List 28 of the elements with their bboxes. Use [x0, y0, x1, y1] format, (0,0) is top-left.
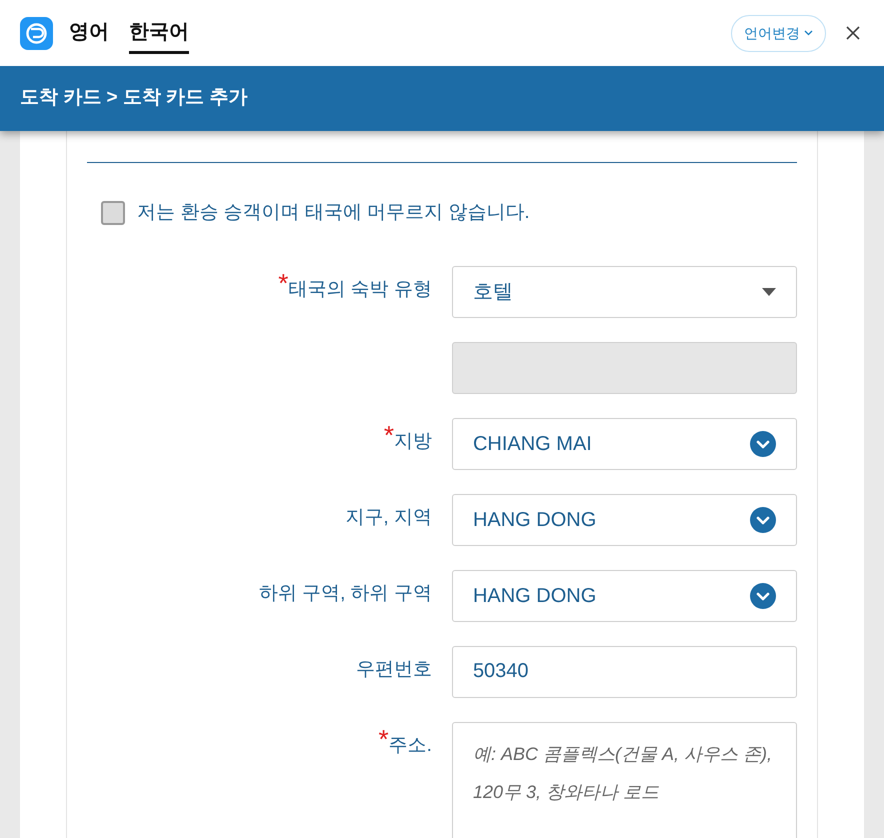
- transit-checkbox-label: 저는 환승 승객이며 태국에 머무르지 않습니다.: [137, 201, 530, 225]
- field-label: 지방: [394, 430, 432, 454]
- transit-checkbox[interactable]: [101, 201, 125, 226]
- caret-icon: [762, 288, 776, 296]
- field-label: 하위 구역, 하위 구역: [258, 582, 432, 606]
- language-change-button[interactable]: 언어변경: [731, 14, 826, 52]
- required-asterisk: *: [384, 422, 394, 448]
- required-asterisk: *: [378, 726, 389, 752]
- address-field[interactable]: 예: ABC 콤플렉스(건물 A, 사우스 존), 120무 3, 창와타나 로드: [452, 722, 797, 838]
- close-icon: [846, 26, 860, 40]
- breadcrumb: 도착 카드 > 도착 카드 추가: [20, 86, 248, 110]
- language-tab[interactable]: 한국어: [129, 12, 189, 54]
- field-label: 우편번호: [356, 658, 432, 682]
- chevron-down-icon: [750, 430, 776, 456]
- postal-code-field[interactable]: 50340: [452, 646, 797, 698]
- app-logo-icon: [20, 16, 53, 50]
- dropdown-field[interactable]: HANG DONG: [452, 570, 797, 622]
- chevron-down-icon: [804, 30, 813, 36]
- chevron-down-icon: [750, 582, 776, 608]
- chevron-down-icon: [750, 506, 776, 532]
- dropdown-field[interactable]: HANG DONG: [452, 494, 797, 546]
- select-field[interactable]: 호텔: [452, 266, 797, 318]
- dropdown-field[interactable]: CHIANG MAI: [452, 418, 797, 470]
- field-label: 주소.: [388, 734, 432, 758]
- language-tab[interactable]: 영어: [69, 12, 109, 54]
- field-label: 태국의 숙박 유형: [288, 278, 432, 302]
- required-asterisk: *: [278, 270, 288, 296]
- field-label: 지구, 지역: [345, 506, 432, 530]
